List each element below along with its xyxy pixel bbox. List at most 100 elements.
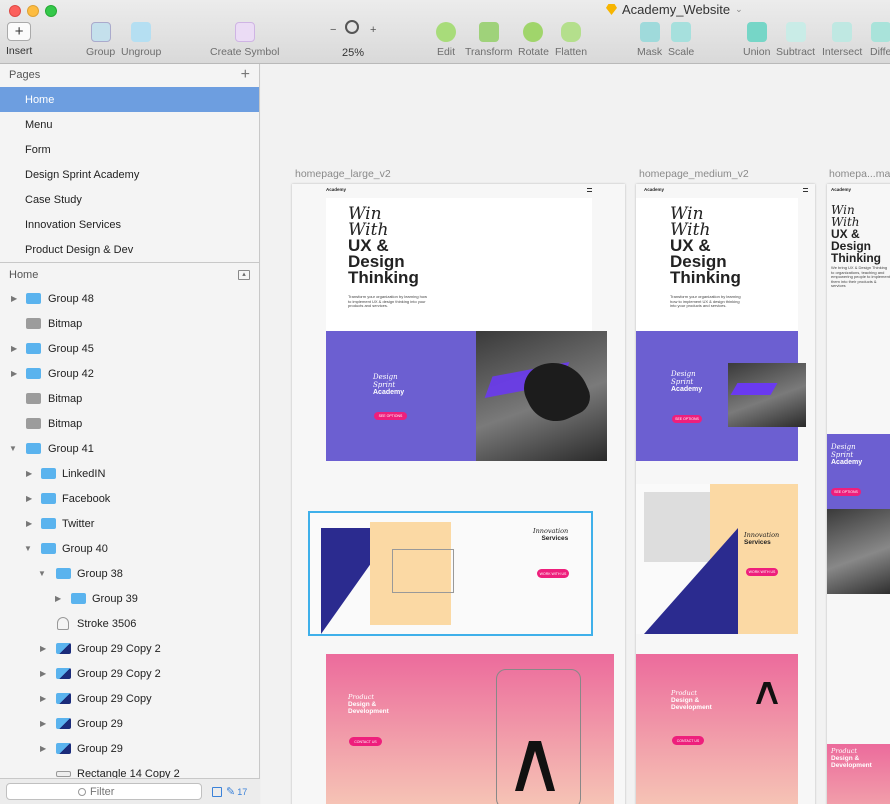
folder-icon [41,543,56,554]
edit-button[interactable]: Edit [436,22,456,58]
disclosure-arrow-icon[interactable]: ▶ [40,719,46,728]
layer-row[interactable]: ▶ Group 45 [0,336,259,361]
disclosure-arrow-icon[interactable]: ▶ [40,669,46,678]
bitmap-icon [26,418,41,429]
filter-field[interactable] [6,783,202,800]
sketch-document-icon [606,4,617,15]
page-item-product-design[interactable]: Product Design & Dev [0,237,259,262]
zoom-in-button[interactable]: + [370,24,376,36]
filter-input[interactable] [90,785,130,798]
layer-row[interactable]: Bitmap [0,386,259,411]
contact-us-button[interactable]: CONTACT US [349,737,382,746]
rotate-button[interactable]: Rotate [518,22,549,58]
transform-button[interactable]: Transform [465,22,512,58]
layer-row[interactable]: ▶ Group 29 [0,711,259,736]
union-button[interactable]: Union [743,22,770,58]
subtract-button[interactable]: Subtract [776,22,815,58]
site-brand: Academy [326,187,347,192]
layer-row[interactable]: ▼ Group 40 [0,536,259,561]
artboard-filter-icon[interactable] [212,786,222,797]
ungroup-button[interactable]: Ungroup [121,22,161,58]
letter-a-graphic [756,682,778,704]
hero-section: Win With UX & Design Thinking Transform … [326,198,592,331]
disclosure-arrow-icon[interactable]: ▶ [40,694,46,703]
pages-header: Pages + [9,65,250,84]
create-symbol-button[interactable]: Create Symbol [210,22,279,58]
layer-row[interactable]: ▼ Group 38 [0,561,259,586]
pencil-icon[interactable]: ✎ [226,785,235,798]
disclosure-arrow-icon[interactable]: ▼ [24,544,32,553]
page-item-case-study[interactable]: Case Study [0,187,259,212]
page-item-menu[interactable]: Menu [0,112,259,137]
layer-row[interactable]: ▶ Group 48 [0,286,259,311]
user-shape-icon [57,617,69,630]
artboard-label-medium[interactable]: homepage_medium_v2 [639,168,749,180]
layer-row[interactable]: ▼ Group 41 [0,436,259,461]
artboard-label-large[interactable]: homepage_large_v2 [295,168,391,180]
add-page-plus-icon[interactable]: + [241,66,250,84]
layer-row[interactable]: ▶ LinkedIN [0,461,259,486]
design-sprint-section: Design Sprint Academy SEE OPTIONS [827,434,890,594]
artboard-medium[interactable]: Academy Win With UX & Design Thinking Tr… [636,184,815,804]
disclosure-arrow-icon[interactable]: ▶ [11,369,17,378]
minimize-window-button[interactable] [27,5,39,17]
page-item-design-sprint-academy[interactable]: Design Sprint Academy [0,162,259,187]
document-title[interactable]: Academy_Website ⌄ [606,2,743,17]
see-options-button[interactable]: SEE OPTIONS [672,415,702,423]
innovation-heading: Innovation Services [533,527,569,543]
layer-row[interactable]: ▶ Twitter [0,511,259,536]
layer-row[interactable]: ▶ Facebook [0,486,259,511]
disclosure-arrow-icon[interactable]: ▶ [26,519,32,528]
layer-row[interactable]: Bitmap [0,411,259,436]
canvas[interactable]: homepage_large_v2 homepage_medium_v2 hom… [261,64,890,804]
search-icon [78,787,86,796]
disclosure-arrow-icon[interactable]: ▼ [38,569,46,578]
layer-row[interactable]: ▶ Group 29 Copy 2 [0,636,259,661]
disclosure-arrow-icon[interactable]: ▶ [11,344,17,353]
disclosure-arrow-icon[interactable]: ▶ [11,294,17,303]
artboard-large[interactable]: Academy Win With UX & Design Thinking Tr… [292,184,625,804]
flatten-icon [561,22,582,42]
intersect-button[interactable]: Intersect [822,22,862,58]
phone-outline [496,669,581,804]
page-item-innovation-services[interactable]: Innovation Services [0,212,259,237]
product-design-heading: Product Design & Development [831,747,872,770]
plus-icon: + [7,22,32,41]
difference-button[interactable]: Diffe [870,22,890,58]
work-with-us-button[interactable]: WORK WITH US [537,569,569,578]
layer-row[interactable]: ▶ Group 29 [0,736,259,761]
zoom-window-button[interactable] [45,5,57,17]
pages-list: Home Menu Form Design Sprint Academy Cas… [0,87,259,262]
see-options-button[interactable]: SEE OPTIONS [374,412,407,420]
group-button[interactable]: Group [86,22,115,58]
disclosure-arrow-icon[interactable]: ▶ [26,469,32,478]
collapse-layers-icon[interactable]: ▴ [238,269,250,280]
work-with-us-button[interactable]: WORK WITH US [746,568,778,576]
disclosure-arrow-icon[interactable]: ▶ [55,594,61,603]
flatten-button[interactable]: Flatten [555,22,587,58]
scale-button[interactable]: Scale [668,22,694,58]
layer-row[interactable]: ▶ Group 29 Copy [0,686,259,711]
layer-row[interactable]: ▶ Group 39 [0,586,259,611]
page-item-form[interactable]: Form [0,137,259,162]
insert-button[interactable]: + Insert [6,22,32,57]
artboard-label-small[interactable]: homepa...ma [829,168,890,180]
layer-row[interactable]: ▶ Group 42 [0,361,259,386]
product-design-section: Product Design & Development CONTACT US [326,654,614,804]
contact-us-button[interactable]: CONTACT US [672,736,704,745]
disclosure-arrow-icon[interactable]: ▼ [9,444,17,453]
layer-row[interactable]: Bitmap [0,311,259,336]
page-item-home[interactable]: Home [0,87,259,112]
zoom-out-button[interactable]: − [330,24,336,36]
see-options-button[interactable]: SEE OPTIONS [831,488,861,496]
disclosure-arrow-icon[interactable]: ▶ [26,494,32,503]
disclosure-arrow-icon[interactable]: ▶ [40,644,46,653]
chevron-down-icon: ⌄ [735,4,743,14]
artboard-small[interactable]: Academy Win With UX & Design Thinking We… [827,184,890,804]
hero-title: Win With UX & Design Thinking [348,204,419,287]
layer-row[interactable]: Stroke 3506 [0,611,259,636]
layer-row[interactable]: ▶ Group 29 Copy 2 [0,661,259,686]
close-window-button[interactable] [9,5,21,17]
disclosure-arrow-icon[interactable]: ▶ [40,744,46,753]
mask-button[interactable]: Mask [637,22,662,58]
